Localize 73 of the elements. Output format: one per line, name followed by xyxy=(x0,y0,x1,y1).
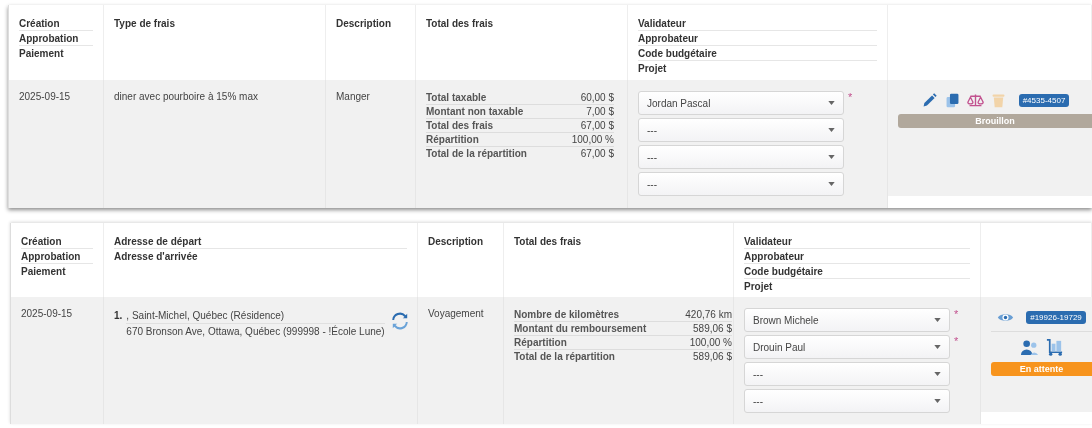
expense-type-cell: diner avec pourboire à 15% max xyxy=(114,91,258,102)
column-header: Description xyxy=(428,236,483,247)
column-header: Approbateur xyxy=(638,33,698,44)
dropdown-field[interactable]: --- xyxy=(744,362,950,386)
total-value: 589,06 $ xyxy=(693,323,732,334)
column-header: Total des frais xyxy=(426,18,494,29)
total-label: Total de la répartition xyxy=(514,351,615,362)
end-address: 670 Bronson Ave, Ottawa, Québec (999998 - !École Lune) xyxy=(126,326,385,337)
users-icon[interactable] xyxy=(1019,337,1039,357)
column-header: Approbateur xyxy=(744,251,804,262)
dropdown-field[interactable]: --- xyxy=(744,389,950,413)
column-header: Total des frais xyxy=(514,236,582,247)
dropdown-field[interactable]: --- xyxy=(638,145,844,169)
column-header: Approbation xyxy=(21,251,81,262)
column-header: Approbation xyxy=(19,33,79,44)
caret-icon xyxy=(934,399,941,403)
caret-icon xyxy=(934,318,941,322)
total-value: 67,00 $ xyxy=(580,148,614,159)
dropdown-field[interactable]: --- xyxy=(638,118,844,142)
total-label: Répartition xyxy=(514,337,567,348)
total-label: Répartition xyxy=(426,134,479,145)
caret-icon xyxy=(828,128,835,132)
total-label: Total taxable xyxy=(426,92,487,103)
column-header: Description xyxy=(336,18,391,29)
total-value: 100,00 % xyxy=(571,134,614,145)
total-value: 420,76 km xyxy=(685,309,732,320)
column-header: Validateur xyxy=(638,18,686,29)
reference-badge[interactable]: #19926-19729 xyxy=(1026,310,1086,324)
total-value: 7,00 $ xyxy=(586,106,614,117)
column-header: Adresse de départ xyxy=(114,236,202,247)
status-bar: En attente xyxy=(991,362,1092,376)
column-header: Validateur xyxy=(744,236,792,247)
dropdown-field[interactable]: --- xyxy=(638,172,844,196)
column-header: Code budgétaire xyxy=(638,48,717,59)
column-header: Création xyxy=(19,18,60,29)
date-cell: 2025-09-15 xyxy=(19,91,71,102)
start-address: , Saint-Michel, Québec (Résidence) xyxy=(126,310,285,321)
total-label: Montant non taxable xyxy=(426,106,524,117)
required-marker: * xyxy=(954,335,959,347)
column-header: Code budgétaire xyxy=(744,266,823,277)
caret-icon xyxy=(934,345,941,349)
total-value: 589,06 $ xyxy=(693,351,732,362)
column-header: Paiement xyxy=(19,48,64,59)
status-bar: Brouillon xyxy=(898,114,1092,128)
column-header: Création xyxy=(21,236,62,247)
column-header: Paiement xyxy=(21,266,66,277)
caret-icon xyxy=(828,182,835,186)
date-cell: 2025-09-15 xyxy=(21,308,73,319)
refresh-icon[interactable] xyxy=(390,312,409,330)
column-header: Projet xyxy=(638,63,667,74)
total-value: 60,00 $ xyxy=(580,92,614,103)
total-label: Montant du remboursement xyxy=(514,323,647,334)
dropdown-field[interactable]: Drouin Paul xyxy=(744,335,950,359)
description-cell: Manger xyxy=(336,91,370,102)
required-marker: * xyxy=(848,91,853,103)
required-marker: * xyxy=(954,308,959,320)
reference-badge[interactable]: #4535-4507 xyxy=(1018,93,1070,107)
total-label: Total des frais xyxy=(426,120,494,131)
dropdown-field[interactable]: Jordan Pascal xyxy=(638,91,844,115)
caret-icon xyxy=(934,372,941,376)
dropdown-field[interactable]: Brown Michele xyxy=(744,308,950,332)
caret-icon xyxy=(828,155,835,159)
column-header: Type de frais xyxy=(114,18,175,29)
total-value: 67,00 $ xyxy=(580,120,614,131)
total-value: 100,00 % xyxy=(689,337,732,348)
description-cell: Voyagement xyxy=(428,308,484,319)
hand-truck-icon[interactable] xyxy=(1044,337,1064,357)
column-header: Projet xyxy=(744,281,773,292)
route-number: 1. xyxy=(114,309,123,321)
column-header: Adresse d'arrivée xyxy=(114,251,198,262)
total-label: Nombre de kilomètres xyxy=(514,309,620,320)
caret-icon xyxy=(828,101,835,105)
total-label: Total de la répartition xyxy=(426,148,527,159)
